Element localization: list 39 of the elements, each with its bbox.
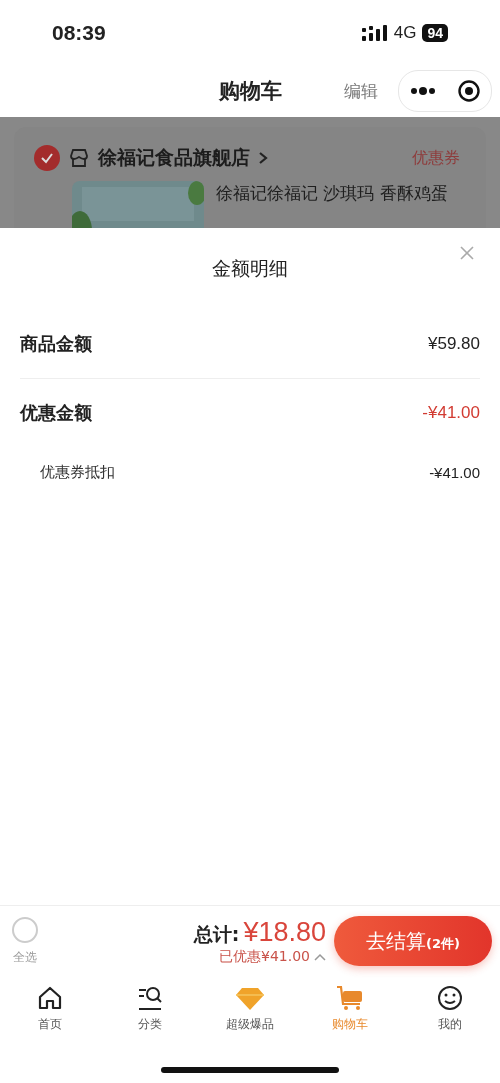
- close-target-icon[interactable]: [456, 79, 481, 103]
- close-icon: [460, 246, 474, 260]
- select-all-toggle[interactable]: 全选: [12, 916, 38, 966]
- tab-bar-item[interactable]: 购物车: [300, 984, 400, 1033]
- select-all-checkbox[interactable]: [12, 916, 38, 943]
- total-price: ¥18.80: [243, 916, 326, 948]
- total-label: 总计:: [193, 921, 240, 947]
- amount-value: -¥41.00: [422, 403, 480, 423]
- caret-icon[interactable]: [314, 952, 326, 961]
- tab-bar-item[interactable]: 我的: [400, 984, 500, 1033]
- cart-icon: [335, 984, 365, 1012]
- amount-label: 商品金额: [20, 332, 92, 356]
- tab-bar-item[interactable]: 分类: [100, 984, 200, 1033]
- smiley-icon: [436, 984, 464, 1012]
- sheet-title: 金额明细: [212, 256, 288, 281]
- check-icon: [40, 151, 54, 165]
- checkout-button[interactable]: 去结算(2件): [334, 916, 492, 966]
- amount-value: ¥59.80: [428, 334, 480, 354]
- tab-bar-item[interactable]: 首页: [0, 984, 100, 1033]
- tab-bar-item[interactable]: 超级爆品: [200, 984, 300, 1033]
- status-time: 08:39: [52, 20, 106, 45]
- select-all-label: 全选: [13, 948, 37, 966]
- battery-level: 94: [422, 23, 448, 42]
- amount-label: 优惠券抵扣: [40, 462, 115, 482]
- category-search-icon: [136, 984, 164, 1012]
- amount-label: 优惠金额: [20, 401, 92, 425]
- page-title: 购物车: [218, 79, 282, 103]
- amount-value: -¥41.00: [429, 463, 480, 481]
- store-name[interactable]: 徐福记食品旗舰店: [98, 145, 250, 171]
- home-icon: [36, 984, 64, 1012]
- network-label: 4G: [393, 22, 417, 43]
- chevron-right-icon: [258, 151, 268, 165]
- signal-icon: [361, 24, 388, 41]
- more-icon[interactable]: [409, 87, 436, 95]
- product-title[interactable]: 徐福记徐福记 沙琪玛 香酥鸡蛋: [216, 181, 448, 228]
- discount-text[interactable]: 已优惠¥41.00: [219, 947, 310, 966]
- store-icon: [68, 147, 90, 169]
- store-checkbox[interactable]: [34, 145, 60, 171]
- edit-button[interactable]: 编辑: [338, 78, 384, 104]
